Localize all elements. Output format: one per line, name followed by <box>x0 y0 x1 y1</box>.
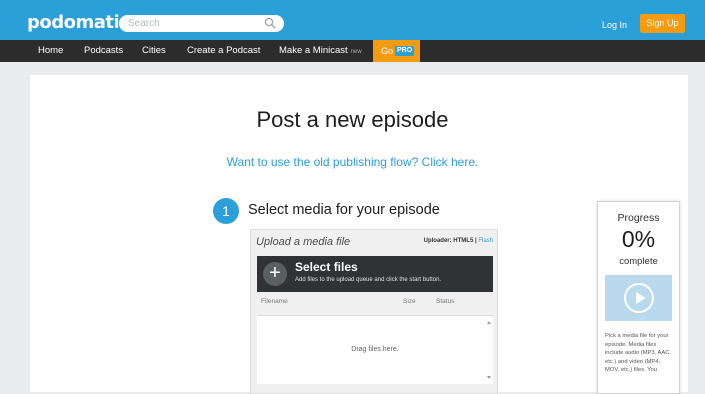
scrollbar[interactable] <box>487 320 491 380</box>
media-uploader: Upload a media file Uploader: HTML5 | Fl… <box>250 229 498 394</box>
step-number-badge: 1 <box>213 198 239 224</box>
uploader-mode-label: Uploader: HTML5 | <box>423 238 479 244</box>
nav-item-create-podcast[interactable]: Create a Podcast <box>187 40 260 62</box>
progress-panel: Progress 0% complete Pick a media file f… <box>597 201 680 394</box>
play-icon <box>624 283 654 313</box>
media-preview <box>605 275 672 321</box>
column-status: Status <box>436 298 455 305</box>
nav-item-podcasts[interactable]: Podcasts <box>84 40 123 62</box>
podomatic-logo[interactable]: podomatic <box>27 12 130 33</box>
go-label: Go <box>381 46 394 56</box>
flash-link[interactable]: Flash <box>478 238 493 244</box>
nav-item-cities[interactable]: Cities <box>142 40 166 62</box>
select-files-button[interactable]: + Select files Add files to the upload q… <box>257 256 493 292</box>
drop-zone-text: Drag files here. <box>351 346 399 353</box>
top-header: podomatic Log In Sign Up <box>0 0 705 40</box>
login-link[interactable]: Log In <box>602 20 627 30</box>
new-tag: new <box>350 49 362 55</box>
search-icon[interactable] <box>264 17 276 29</box>
progress-value: 0% <box>621 226 656 252</box>
pro-badge: PRO <box>395 46 415 56</box>
progress-help-text: Pick a media file for your episode. Medi… <box>605 333 672 373</box>
select-files-hint: Add files to the upload queue and click … <box>295 277 442 283</box>
search-input[interactable] <box>128 16 258 31</box>
uploader-mode: Uploader: HTML5 | Flash <box>424 238 493 244</box>
step-label: Select media for your episode <box>248 202 440 218</box>
nav-item-make-minicast[interactable]: Make a Minicast new <box>279 40 362 62</box>
main-nav: Home Podcasts Cities Create a Podcast Ma… <box>0 40 705 62</box>
old-flow-link[interactable]: Want to use the old publishing flow? Cli… <box>0 155 705 169</box>
uploader-title: Upload a media file <box>256 236 351 248</box>
column-filename: Filename <box>261 298 288 305</box>
nav-item-label: Make a Minicast <box>279 45 348 56</box>
file-drop-zone[interactable]: Drag files here. <box>257 315 493 384</box>
select-files-label: Select files <box>295 260 358 274</box>
page-title: Post a new episode <box>256 107 449 132</box>
progress-label: Progress <box>617 212 660 224</box>
search-box <box>119 15 284 32</box>
go-pro-button[interactable]: Go PRO <box>373 40 420 62</box>
nav-item-home[interactable]: Home <box>38 40 63 62</box>
column-size: Size <box>403 298 416 305</box>
plus-icon: + <box>263 262 287 286</box>
progress-complete-label: complete <box>619 256 658 267</box>
signup-button[interactable]: Sign Up <box>640 14 685 33</box>
